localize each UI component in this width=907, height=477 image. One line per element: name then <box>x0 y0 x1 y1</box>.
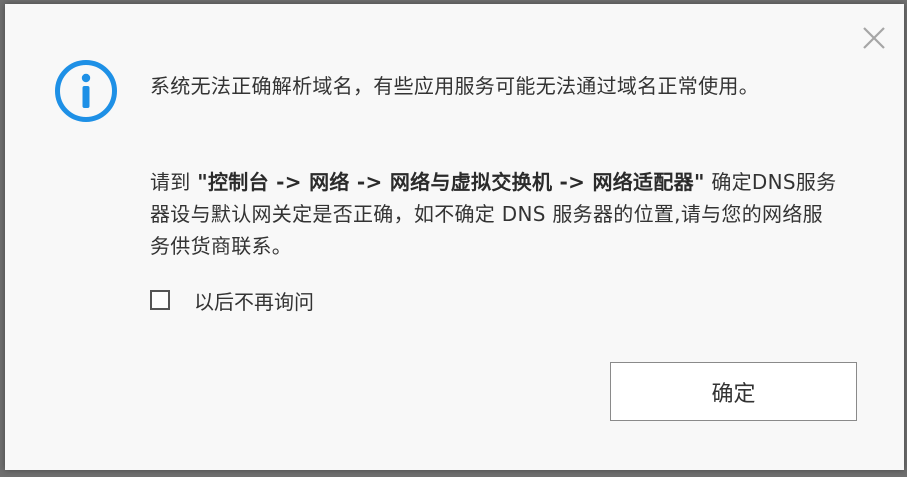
message-prefix: 请到 <box>150 170 198 194</box>
info-icon <box>54 59 118 123</box>
close-icon <box>863 27 885 49</box>
dont-ask-again-checkbox[interactable] <box>150 290 170 310</box>
close-button[interactable] <box>862 26 886 50</box>
dont-ask-again-row[interactable]: 以后不再询问 <box>150 284 314 316</box>
message-text-2: 请到 "控制台 -> 网络 -> 网络与虚拟交换机 -> 网络适配器" 确定DN… <box>150 166 840 262</box>
settings-path: "控制台 -> 网络 -> 网络与虚拟交换机 -> 网络适配器" <box>197 170 705 194</box>
ok-button[interactable]: 确定 <box>610 362 857 421</box>
dont-ask-again-label: 以后不再询问 <box>194 289 314 314</box>
message-text-1: 系统无法正确解析域名，有些应用服务可能无法通过域名正常使用。 <box>150 74 759 98</box>
dns-warning-dialog: 系统无法正确解析域名，有些应用服务可能无法通过域名正常使用。 请到 "控制台 -… <box>5 4 904 470</box>
